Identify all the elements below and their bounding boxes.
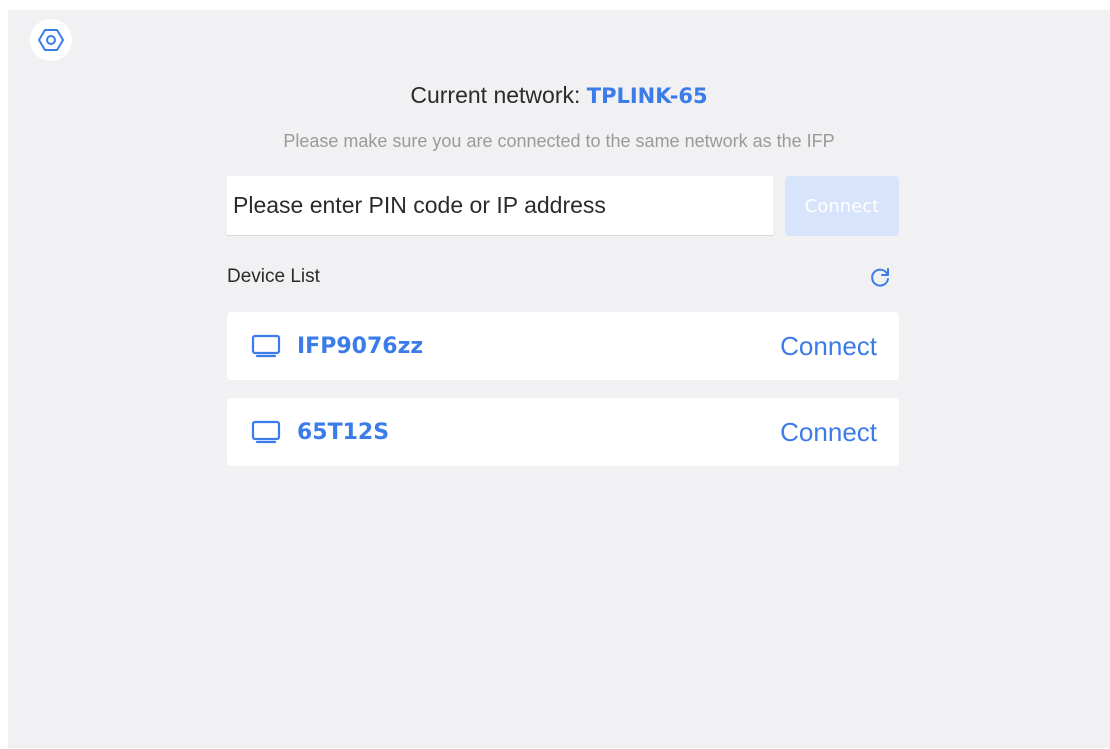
device-connect-button[interactable]: Connect <box>780 331 877 362</box>
network-name: TPLINK-65 <box>586 84 708 108</box>
monitor-icon <box>251 333 281 359</box>
pin-ip-input[interactable] <box>227 176 773 236</box>
device-item: 65T12S Connect <box>227 398 899 466</box>
settings-icon <box>38 29 64 51</box>
monitor-icon <box>251 419 281 445</box>
refresh-button[interactable] <box>865 262 895 292</box>
settings-button[interactable] <box>30 19 72 61</box>
device-list-title: Device List <box>227 266 320 287</box>
network-hint: Please make sure you are connected to th… <box>283 131 835 151</box>
device-connect-button[interactable]: Connect <box>780 417 877 448</box>
pin-connect-button[interactable]: Connect <box>785 176 899 236</box>
current-network-label: Current network: <box>410 82 587 108</box>
device-name: IFP9076zz <box>297 333 424 359</box>
device-name: 65T12S <box>297 419 390 445</box>
main-panel: Current network: TPLINK-65 Please make s… <box>8 10 1110 748</box>
current-network-line: Current network: TPLINK-65 <box>8 82 1110 109</box>
device-item: IFP9076zz Connect <box>227 312 899 380</box>
refresh-icon <box>871 268 889 287</box>
